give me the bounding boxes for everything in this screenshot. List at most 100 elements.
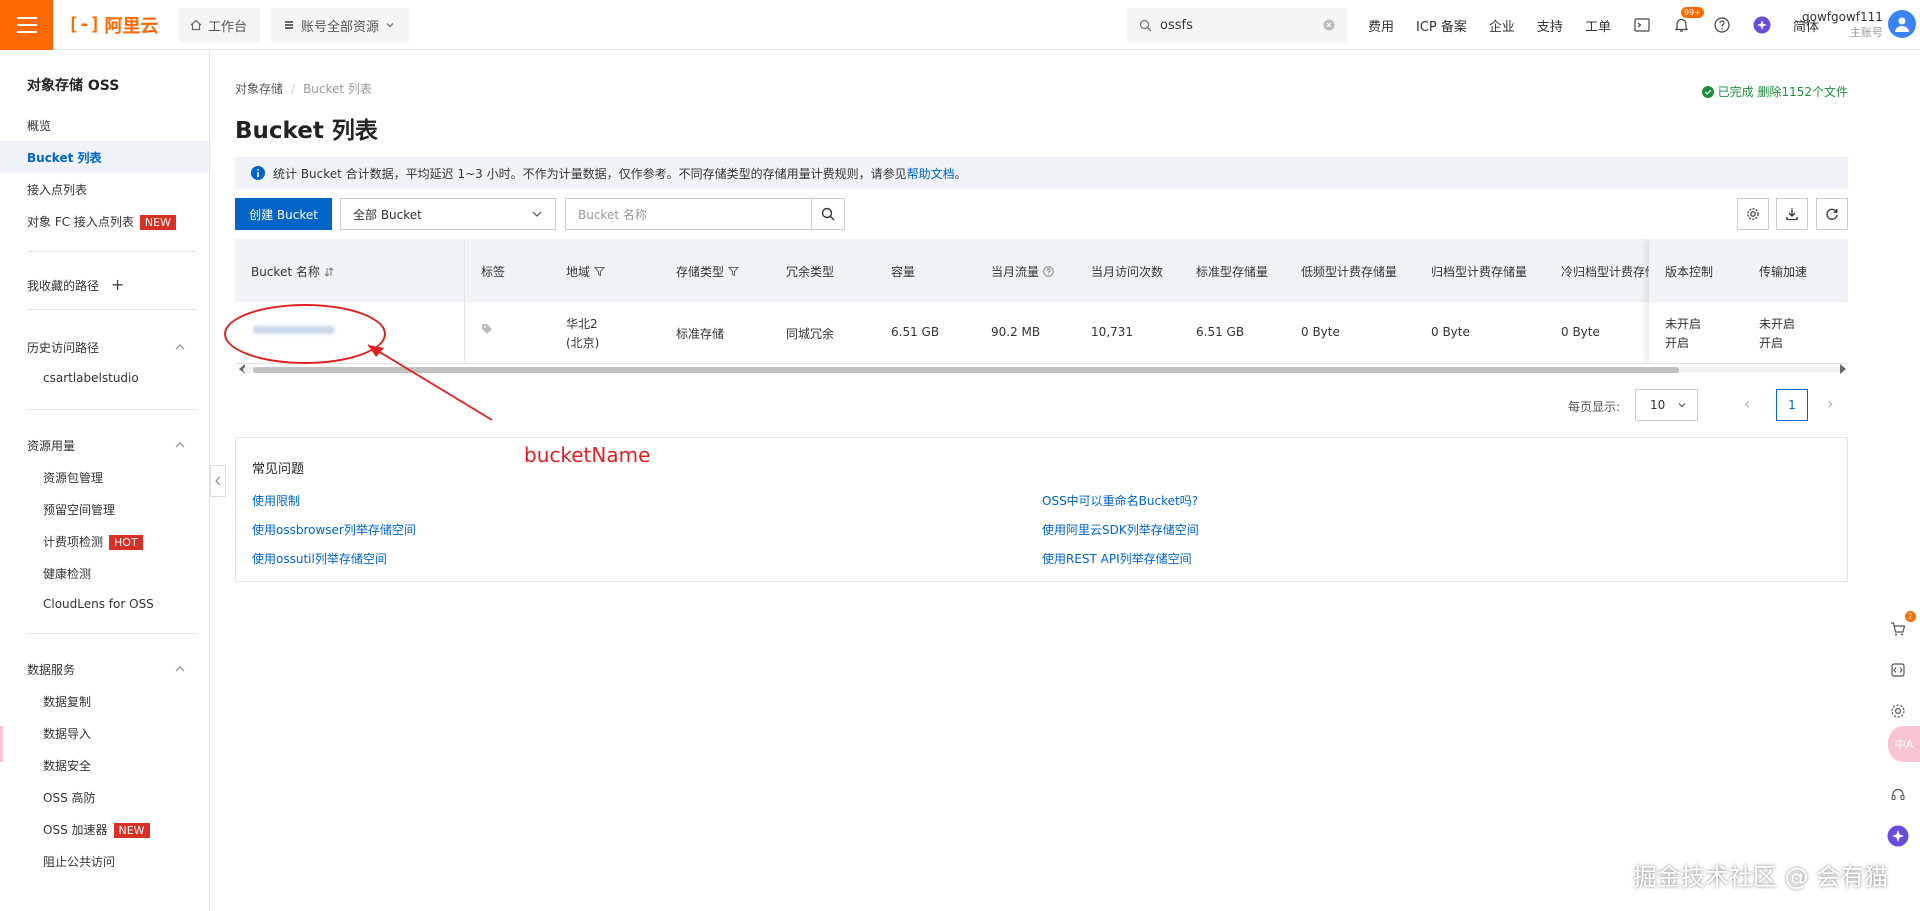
nav-support[interactable]: 支持 — [1537, 16, 1563, 35]
search-icon — [1139, 19, 1152, 31]
sidebar-favorites[interactable]: 我收藏的路径 + — [27, 275, 124, 294]
create-bucket-button[interactable]: 创建 Bucket — [235, 198, 332, 230]
sidebar-item-data-security[interactable]: 数据安全 — [43, 757, 91, 774]
faq-link[interactable]: 使用ossutil列举存储空间 — [252, 550, 387, 567]
terminal-icon[interactable] — [1633, 16, 1651, 34]
settings-button[interactable] — [1737, 198, 1769, 230]
sort-icon — [324, 266, 334, 277]
sidebar-item-health-check[interactable]: 健康检测 — [43, 565, 91, 582]
header-monthly-traffic-label: 当月流量 — [991, 265, 1040, 279]
bucket-search-input[interactable]: Bucket 名称 — [565, 198, 845, 230]
header-region[interactable]: 地域 — [566, 263, 606, 280]
chevron-up-icon[interactable] — [174, 663, 186, 675]
global-search-value: ossfs — [1160, 17, 1193, 33]
translate-widget[interactable]: 中A — [1888, 726, 1920, 762]
next-page-button[interactable]: › — [1827, 394, 1833, 413]
ai-assistant-icon[interactable] — [1886, 824, 1910, 848]
cell-archive-storage: 0 Byte — [1431, 325, 1470, 339]
nav-billing[interactable]: 费用 — [1368, 16, 1394, 35]
per-page-select[interactable]: 10 — [1635, 389, 1698, 421]
cell-acceleration: 未开启 — [1759, 317, 1796, 331]
scroll-right-arrow[interactable] — [1840, 364, 1846, 374]
breadcrumb-oss[interactable]: 对象存储 — [235, 82, 283, 96]
page-number[interactable]: 1 — [1776, 389, 1808, 421]
chevron-left-icon — [215, 476, 221, 486]
sidebar-item-reserved-space[interactable]: 预留空间管理 — [43, 501, 115, 518]
sidebar-item-cloudlens[interactable]: CloudLens for OSS — [43, 597, 154, 611]
header-transfer-acceleration: 传输加速 — [1759, 265, 1808, 279]
cart-icon[interactable]: 2 — [1886, 611, 1916, 641]
faq-link[interactable]: 使用限制 — [252, 492, 300, 509]
global-search-input[interactable]: ossfs — [1127, 8, 1347, 42]
chevron-up-icon[interactable] — [174, 439, 186, 451]
bucket-search-placeholder: Bucket 名称 — [578, 207, 647, 222]
sidebar-item-data-import[interactable]: 数据导入 — [43, 725, 91, 742]
sidebar-group-resource-usage[interactable]: 资源用量 — [27, 437, 75, 454]
faq-title: 常见问题 — [252, 462, 305, 477]
enable-acceleration-link[interactable]: 开启 — [1759, 334, 1783, 351]
sidebar-divider — [27, 409, 197, 410]
sidebar-item-bucket-list[interactable]: Bucket 列表 — [27, 149, 102, 166]
resource-scope-select[interactable]: 账号全部资源 — [271, 8, 409, 42]
header-monthly-traffic: 当月流量 — [991, 263, 1054, 280]
history-item[interactable]: csartlabelstudio — [43, 371, 139, 385]
bell-icon[interactable]: 99+ — [1673, 7, 1704, 34]
user-icon — [1895, 17, 1909, 32]
workbench-button[interactable]: 工作台 — [178, 8, 260, 42]
faq-link[interactable]: 使用ossbrowser列举存储空间 — [252, 521, 416, 538]
nav-icp[interactable]: ICP 备案 — [1416, 16, 1467, 35]
user-info[interactable]: gowfgowf111 主账号 — [1802, 10, 1883, 40]
nav-ticket[interactable]: 工单 — [1585, 16, 1611, 35]
gear-icon[interactable] — [1886, 699, 1910, 723]
search-button[interactable] — [811, 199, 844, 229]
sidebar-item-billing-check[interactable]: 计费项检测 HOT — [43, 533, 143, 550]
sidebar-item-block-public-access[interactable]: 阻止公共访问 — [43, 853, 115, 870]
header-tags: 标签 — [481, 265, 506, 279]
chevron-up-icon[interactable] — [174, 341, 186, 353]
sidebar-divider — [27, 251, 197, 252]
cart-badge: 2 — [1904, 611, 1916, 622]
code-icon[interactable] — [1886, 658, 1910, 682]
sidebar-item-oss-accelerator[interactable]: OSS 加速器 NEW — [43, 821, 150, 838]
task-status[interactable]: 已完成 删除1152个文件 — [1701, 83, 1848, 100]
aliyun-logo[interactable]: [-] 阿里云 — [68, 12, 159, 38]
tag-icon[interactable] — [481, 323, 493, 335]
user-role: 主账号 — [1849, 26, 1883, 39]
notification-badge: 99+ — [1680, 7, 1704, 18]
header-bucket-name-label: Bucket 名称 — [251, 265, 320, 279]
watermark: 掘金技术社区 @ 会有猫 — [1633, 863, 1889, 891]
menu-icon[interactable] — [0, 0, 53, 50]
headset-icon[interactable] — [1886, 783, 1910, 807]
logo-mark-icon: [-] — [68, 14, 101, 35]
faq-link[interactable]: 使用REST API列举存储空间 — [1042, 550, 1192, 567]
ai-assistant-icon[interactable] — [1753, 16, 1771, 34]
sidebar-group-data-service[interactable]: 数据服务 — [27, 661, 75, 678]
nav-enterprise[interactable]: 企业 — [1489, 16, 1515, 35]
header-storage-type[interactable]: 存储类型 — [676, 263, 740, 280]
prev-page-button[interactable]: ‹ — [1744, 394, 1750, 413]
header-bucket-name[interactable]: Bucket 名称 — [251, 263, 334, 280]
sidebar-item-data-replication[interactable]: 数据复制 — [43, 693, 91, 710]
sidebar-item-resource-packages[interactable]: 资源包管理 — [43, 469, 103, 486]
clear-icon[interactable] — [1323, 19, 1335, 31]
faq-link[interactable]: OSS中可以重命名Bucket吗? — [1042, 492, 1198, 509]
layers-icon — [285, 21, 293, 29]
sidebar-item-overview[interactable]: 概览 — [27, 117, 51, 134]
faq-link[interactable]: 使用阿里云SDK列举存储空间 — [1042, 521, 1199, 538]
help-icon[interactable] — [1713, 16, 1731, 34]
sidebar-collapse-button[interactable] — [210, 465, 226, 497]
sidebar-item-fc-access-points[interactable]: 对象 FC 接入点列表 NEW — [27, 213, 176, 230]
sidebar-item-oss-ddos[interactable]: OSS 高防 — [43, 789, 96, 806]
download-icon — [1786, 208, 1798, 221]
export-button[interactable] — [1776, 198, 1808, 230]
home-icon — [190, 19, 202, 31]
sidebar-group-history[interactable]: 历史访问路径 — [27, 339, 99, 356]
bucket-filter-select[interactable]: 全部 Bucket — [340, 198, 556, 230]
sidebar-item-access-points[interactable]: 接入点列表 — [27, 181, 87, 198]
avatar[interactable] — [1888, 10, 1916, 38]
refresh-button[interactable] — [1816, 198, 1848, 230]
enable-versioning-link[interactable]: 开启 — [1665, 334, 1689, 351]
help-doc-link[interactable]: 帮助文档 — [907, 167, 955, 181]
plus-icon[interactable]: + — [111, 275, 124, 294]
help-icon[interactable] — [1043, 266, 1054, 277]
